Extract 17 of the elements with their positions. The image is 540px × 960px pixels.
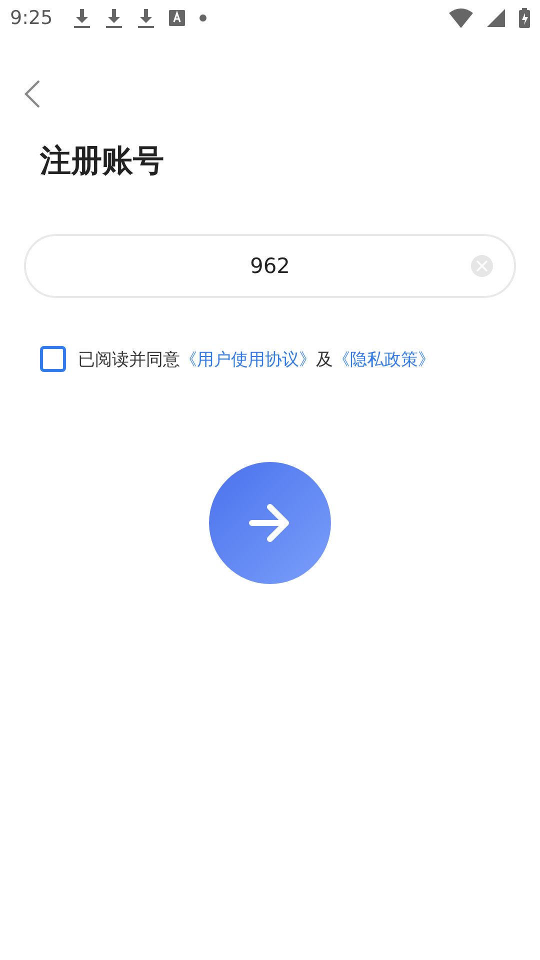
phone-field[interactable]: 962 [24,234,516,298]
download-icon [104,7,123,29]
keyboard-icon [168,10,185,26]
dot-icon [198,14,207,22]
wifi-icon [449,8,473,28]
battery-icon [519,8,530,28]
signal-icon [487,9,505,27]
policy-link[interactable]: 《用户使用协议》 [180,348,316,370]
download-icon [136,7,155,29]
status-time: 9:25 [10,7,53,29]
agree-checkbox[interactable] [40,346,66,372]
agreement-text: 及 [316,348,333,370]
page-title: 注册账号 [40,142,165,181]
arrow-icon [248,503,292,543]
download-icon [72,7,91,29]
agreement-text: 已阅读并同意 [78,348,180,370]
policy-link[interactable]: 《隐私政策》 [333,348,435,370]
